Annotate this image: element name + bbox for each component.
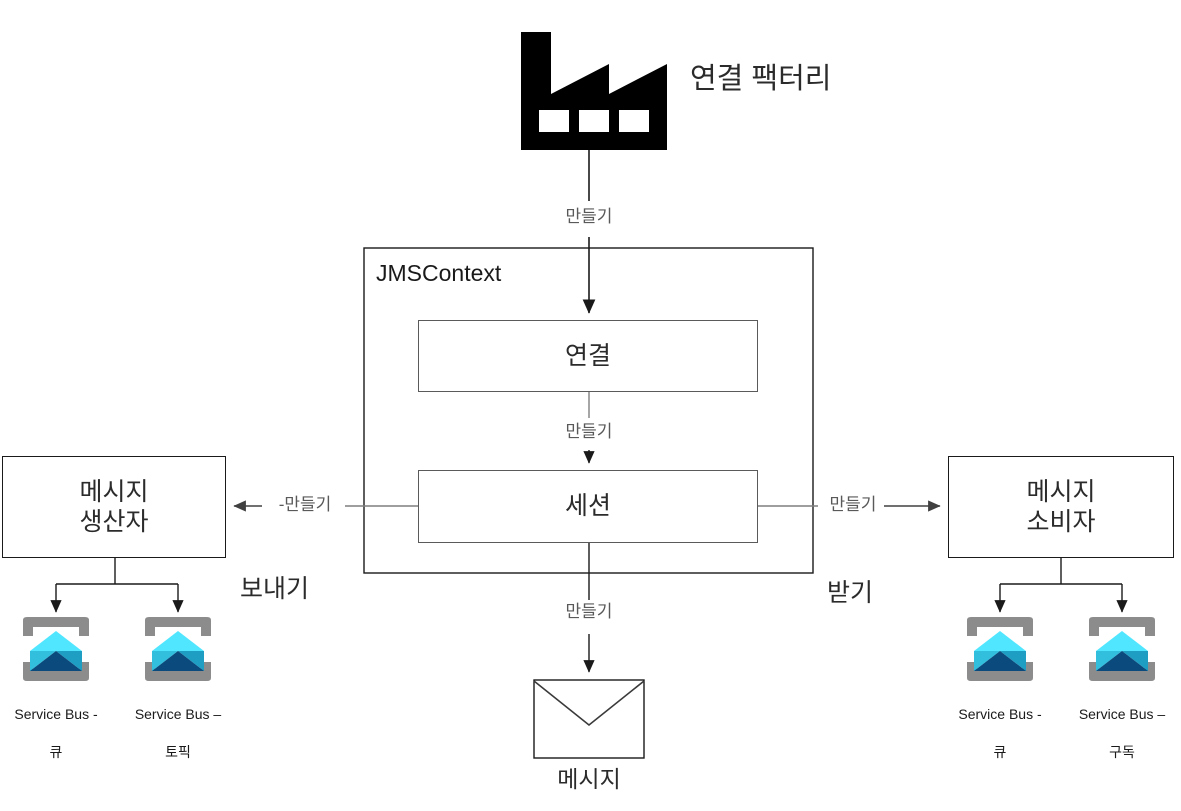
service-bus-queue-producer-label: Service Bus - 큐 bbox=[0, 686, 112, 762]
sb-line2: 구독 bbox=[1109, 743, 1135, 760]
edge-label-connection-to-session: 만들기 bbox=[565, 422, 613, 441]
sb-line1: Service Bus - bbox=[14, 705, 98, 722]
edge-label-factory-to-context: 만들기 bbox=[565, 207, 613, 226]
service-bus-icon bbox=[141, 614, 215, 686]
sb-line1: Service Bus - bbox=[958, 705, 1042, 722]
sb-line2: 큐 bbox=[993, 743, 1007, 760]
message-label: 메시지 bbox=[557, 766, 621, 792]
edge-consumer-branch bbox=[994, 558, 1128, 613]
message-producer-box[interactable]: 메시지 생산자 bbox=[2, 456, 226, 558]
connection-box-label: 연결 bbox=[564, 341, 611, 370]
message-producer-label: 메시지 생산자 bbox=[79, 477, 149, 537]
edge-label-producer-send: 보내기 bbox=[240, 575, 310, 603]
jms-service-bus-diagram: 연결 팩터리 만들기 만들기 -만들기 만들기 만들기 보내기 받기 JMSCo… bbox=[0, 0, 1181, 811]
factory-icon bbox=[509, 2, 669, 150]
service-bus-icon bbox=[1085, 614, 1159, 686]
edge-label-session-to-consumer: 만들기 bbox=[829, 495, 877, 514]
sb-line2: 큐 bbox=[49, 743, 63, 760]
edge-producer-branch bbox=[50, 558, 184, 613]
session-box-label: 세션 bbox=[564, 492, 611, 521]
message-consumer-box[interactable]: 메시지 소비자 bbox=[948, 456, 1174, 558]
sb-line1: Service Bus – bbox=[134, 705, 222, 722]
sb-line1: Service Bus – bbox=[1078, 705, 1166, 722]
message-consumer-label: 메시지 소비자 bbox=[1026, 477, 1096, 537]
service-bus-queue-consumer-label: Service Bus - 큐 bbox=[944, 686, 1056, 762]
sb-line2: 토픽 bbox=[165, 743, 191, 760]
service-bus-icon bbox=[963, 614, 1037, 686]
session-box[interactable]: 세션 bbox=[418, 470, 758, 543]
jmscontext-label: JMSContext bbox=[376, 260, 502, 286]
edge-label-session-to-message: 만들기 bbox=[565, 602, 613, 621]
edge-label-session-to-producer: -만들기 bbox=[278, 495, 332, 514]
service-bus-icon bbox=[19, 614, 93, 686]
connection-factory-title: 연결 팩터리 bbox=[690, 63, 832, 95]
connection-box[interactable]: 연결 bbox=[418, 320, 758, 392]
service-bus-subscription-consumer-label: Service Bus – 구독 bbox=[1066, 686, 1178, 762]
service-bus-topic-producer-label: Service Bus – 토픽 bbox=[122, 686, 234, 762]
envelope-icon bbox=[533, 679, 645, 759]
edge-label-consumer-receive: 받기 bbox=[827, 579, 874, 607]
